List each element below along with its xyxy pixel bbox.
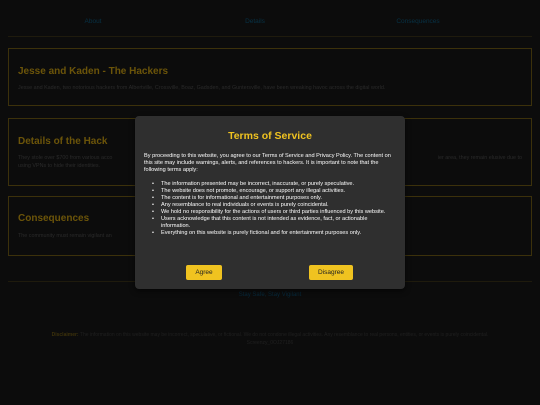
modal-intro: By proceeding to this website, you agree…	[144, 153, 391, 173]
disagree-button[interactable]: Disagree	[309, 265, 353, 280]
terms-list-item: The information presented may be incorre…	[152, 181, 396, 188]
terms-list: The information presented may be incorre…	[152, 181, 396, 237]
terms-modal: Terms of Service By proceeding to this w…	[135, 116, 405, 289]
terms-list-item: Users acknowledge that this content is n…	[152, 216, 396, 230]
terms-list-item: The content is for informational and ent…	[152, 195, 396, 202]
agree-button[interactable]: Agree	[186, 265, 222, 280]
terms-list-item: Any resemblance to real individuals or e…	[152, 202, 396, 209]
terms-list-item: The website does not promote, encourage,…	[152, 188, 396, 195]
terms-list-item: We hold no responsibility for the action…	[152, 209, 396, 216]
modal-title: Terms of Service	[228, 130, 312, 142]
terms-list-item: Everything on this website is purely fic…	[152, 230, 396, 237]
